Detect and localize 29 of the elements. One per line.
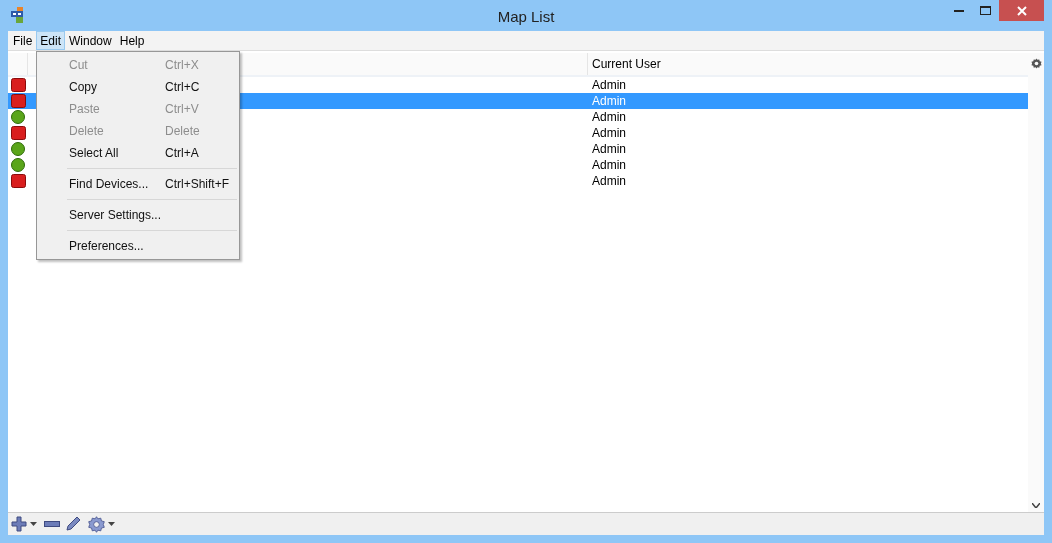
menu-item[interactable]: Select All Ctrl+A — [37, 142, 239, 164]
menu-item[interactable]: Find Devices... Ctrl+Shift+F — [37, 173, 239, 195]
add-icon[interactable] — [11, 516, 27, 532]
table-cell[interactable]: Admin — [588, 140, 626, 158]
scroll-down-icon[interactable] — [1032, 503, 1040, 508]
table-cell[interactable]: Admin — [588, 76, 626, 94]
column-header[interactable]: Current User — [592, 55, 661, 73]
menu-bar-item[interactable]: Window — [65, 31, 116, 50]
window-title: Map List — [497, 7, 555, 27]
pencil-icon[interactable] — [65, 516, 81, 532]
table-cell[interactable]: Admin — [588, 172, 626, 190]
table-cell[interactable]: Admin — [588, 124, 626, 142]
table-cell[interactable]: Admin — [588, 156, 626, 174]
menu-item[interactable]: Copy Ctrl+C — [37, 76, 239, 98]
table-cell[interactable]: Admin — [588, 108, 626, 126]
dropdown-caret-icon[interactable] — [30, 522, 37, 526]
menu-item[interactable]: Server Settings... — [37, 204, 239, 226]
menu-bar-item[interactable]: File — [9, 31, 37, 50]
menu-item[interactable]: Preferences... — [37, 235, 239, 257]
dropdown-caret-icon[interactable] — [108, 522, 115, 526]
close-button[interactable] — [999, 0, 1044, 21]
minimize-icon — [953, 9, 964, 12]
settings-icon[interactable] — [1030, 58, 1042, 69]
close-icon — [1016, 5, 1027, 16]
maximize-icon — [980, 6, 991, 15]
menu-bar-item[interactable]: Help — [115, 31, 149, 50]
app-icon — [11, 7, 25, 23]
menu-bar-item[interactable]: Edit — [36, 31, 66, 50]
gear-icon[interactable] — [88, 515, 105, 533]
